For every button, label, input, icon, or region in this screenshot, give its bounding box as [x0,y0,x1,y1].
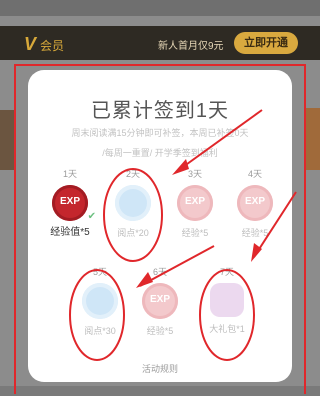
day-label: 7天 [219,267,234,277]
background-status-area [0,0,320,16]
day-item-1[interactable]: 1天 EXP ✔ 经验值*5 [43,168,97,239]
popup-subtitle: 周末阅读满15分钟即可补签，本周已补签0天 [71,128,249,138]
popup-subtitle-secondary: /每周一重置/ 开学季签到福利 [102,148,218,158]
day-reward: 经验*5 [146,326,174,336]
vip-logo-icon: V [24,34,37,54]
checkin-popup: 已累计签到1天 周末阅读满15分钟即可补签，本周已补签0天 /每周一重置/ 开学… [28,70,292,382]
check-icon: ✔ [87,211,96,222]
vip-open-button[interactable]: 立即开通 [234,32,298,54]
day-label: 3天 [187,169,202,179]
vip-promo-text: 新人首月仅9元 [158,41,224,52]
exp-badge-text: EXP [59,196,80,207]
day-reward: 经验*5 [241,228,269,238]
day-reward: 阅点*20 [117,228,149,238]
vip-banner[interactable]: V 会员 新人首月仅9元 立即开通 [0,26,320,60]
day-label: 1天 [62,169,77,179]
rules-link[interactable]: 活动规则 [28,362,292,375]
day-item-4[interactable]: 4天 EXP 经验*5 [228,168,282,239]
gift-icon [210,283,244,317]
day-item-7[interactable]: 7天 大礼包*1 [200,266,254,335]
exp-badge-text: EXP [149,294,170,305]
day-label: 6天 [152,267,167,277]
exp-coin-icon: EXP [142,283,178,319]
exp-coin-icon: EXP [237,185,273,221]
day-reward: 大礼包*1 [209,324,245,334]
exp-badge-text: EXP [244,196,265,207]
exp-coin-icon: EXP [177,185,213,221]
day-reward: 经验*5 [181,228,209,238]
day-item-6[interactable]: 6天 EXP 经验*5 [133,266,187,337]
day-item-3[interactable]: 3天 EXP 经验*5 [168,168,222,239]
vip-label: 会员 [40,39,65,53]
readpoint-coin-icon [82,283,118,319]
day-label: 4天 [247,169,262,179]
day-label: 5天 [92,267,107,277]
exp-badge-text: EXP [184,196,205,207]
day-label: 2天 [125,169,140,179]
day-item-2[interactable]: 2天 阅点*20 [106,168,160,239]
day-item-5[interactable]: 5天 阅点*30 [73,266,127,337]
background-thumbnail-right [306,108,320,170]
day-reward: 阅点*30 [84,326,116,336]
readpoint-coin-icon [115,185,151,221]
exp-coin-icon: EXP ✔ [52,185,96,222]
day-reward: 经验值*5 [50,227,90,238]
popup-title: 已累计签到1天 [90,100,230,122]
